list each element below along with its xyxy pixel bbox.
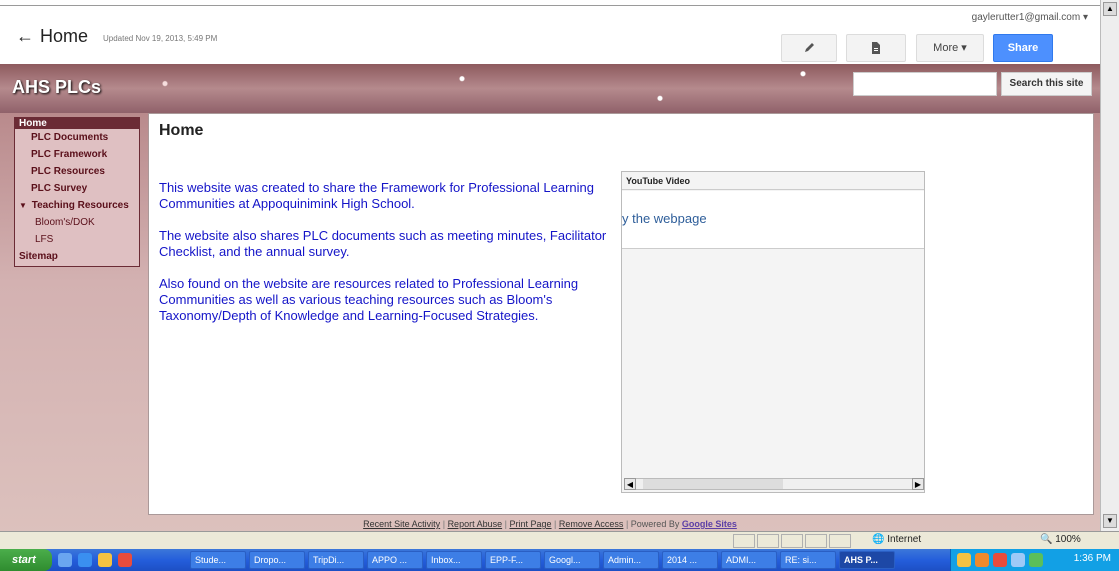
footer-separator: |	[625, 519, 629, 529]
taskbar-item-active[interactable]: AHS P...	[839, 551, 895, 569]
quicklaunch-desktop-icon[interactable]	[58, 553, 72, 567]
site-banner: AHS PLCs Search this site	[0, 64, 1100, 113]
footer-separator: |	[442, 519, 446, 529]
tray-shield-icon[interactable]	[993, 553, 1007, 567]
site-title[interactable]: AHS PLCs	[12, 77, 101, 98]
zoom-value: 100%	[1055, 534, 1081, 545]
share-button[interactable]: Share	[993, 34, 1053, 62]
back-arrow-icon[interactable]: ←	[16, 26, 34, 47]
taskbar-item[interactable]: ADMI...	[721, 551, 777, 569]
content-paragraph: The website also shares PLC documents su…	[159, 228, 607, 259]
page-title: Home	[40, 26, 89, 46]
account-menu[interactable]: gaylerutter1@gmail.com ▾	[972, 12, 1088, 23]
powered-by-label: Powered By	[630, 519, 680, 529]
content-body: This website was created to share the Fr…	[159, 180, 617, 340]
taskbar-item[interactable]: Inbox...	[426, 551, 482, 569]
sidebar-item-sitemap[interactable]: Sitemap	[15, 248, 139, 265]
system-tray: 1:36 PM	[950, 549, 1119, 571]
quicklaunch-outlook-icon[interactable]	[98, 553, 112, 567]
search-site-button[interactable]: Search this site	[1001, 72, 1092, 96]
print-page-link[interactable]: Print Page	[509, 519, 551, 529]
scroll-left-icon[interactable]: ◀	[624, 478, 636, 490]
taskbar-clock: 1:36 PM	[1073, 553, 1111, 564]
tray-app-icon[interactable]	[975, 553, 989, 567]
expand-triangle-icon[interactable]: ▼	[19, 201, 27, 210]
footer-separator: |	[504, 519, 507, 529]
globe-icon: 🌐	[872, 534, 885, 545]
taskbar-item[interactable]: TripDi...	[308, 551, 364, 569]
tray-network-icon[interactable]	[1011, 553, 1025, 567]
start-button[interactable]: start	[0, 549, 52, 571]
report-abuse-link[interactable]: Report Abuse	[448, 519, 503, 529]
browser-window: ← Home Updated Nov 19, 2013, 5:49 PM gay…	[0, 0, 1119, 571]
zoom-level[interactable]: 🔍 100%	[1040, 534, 1081, 545]
site-search-input[interactable]	[853, 72, 997, 96]
remove-access-link[interactable]: Remove Access	[559, 519, 624, 529]
sidebar-item-label: Teaching Resources	[31, 200, 129, 211]
zone-label: Internet	[887, 534, 922, 545]
status-cell	[781, 534, 803, 548]
page-vertical-scrollbar[interactable]: ▲ ▼	[1100, 0, 1119, 531]
taskbar-item[interactable]: Dropo...	[249, 551, 305, 569]
taskbar-item[interactable]: Admin...	[603, 551, 659, 569]
tray-volume-icon[interactable]	[1029, 553, 1043, 567]
sidebar-item-plc-documents[interactable]: PLC Documents	[15, 129, 139, 146]
more-actions-button[interactable]: More ▾	[916, 34, 984, 62]
recent-activity-link[interactable]: Recent Site Activity	[363, 519, 440, 529]
sidebar-item-plc-resources[interactable]: PLC Resources	[15, 163, 139, 180]
updated-timestamp: Updated Nov 19, 2013, 5:49 PM	[103, 34, 218, 43]
status-cell	[829, 534, 851, 548]
sidebar-item-plc-framework[interactable]: PLC Framework	[15, 146, 139, 163]
sidebar-item-teaching-resources[interactable]: ▼ Teaching Resources	[15, 197, 139, 214]
pencil-icon	[805, 43, 814, 52]
scroll-right-icon[interactable]: ▶	[912, 478, 924, 490]
status-cell	[805, 534, 827, 548]
status-cell	[757, 534, 779, 548]
sidebar-item-lfs[interactable]: LFS	[15, 231, 139, 248]
scroll-up-icon[interactable]: ▲	[1103, 2, 1117, 16]
taskbar-item[interactable]: EPP-F...	[485, 551, 541, 569]
content-title: Home	[159, 122, 204, 139]
youtube-gadget-title: YouTube Video	[622, 172, 924, 190]
taskbar-item[interactable]: Stude...	[190, 551, 246, 569]
new-page-icon	[872, 42, 880, 54]
sidebar-item-plc-survey[interactable]: PLC Survey	[15, 180, 139, 197]
quicklaunch-ie-icon[interactable]	[78, 553, 92, 567]
zoom-icon: 🔍	[1040, 534, 1053, 545]
sidebar-navigation: Home PLC Documents PLC Framework PLC Res…	[14, 117, 140, 267]
new-page-button[interactable]	[846, 34, 906, 62]
taskbar-item[interactable]: APPO ...	[367, 551, 423, 569]
sidebar-item-blooms-dok[interactable]: Bloom's/DOK	[15, 214, 139, 231]
quicklaunch-chrome-icon[interactable]	[118, 553, 132, 567]
scroll-down-icon[interactable]: ▼	[1103, 514, 1117, 528]
content-paragraph: Also found on the website are resources …	[159, 276, 579, 323]
tray-mail-icon[interactable]	[957, 553, 971, 567]
youtube-frame[interactable]: y the webpage	[622, 191, 924, 249]
taskbar-item[interactable]: Googl...	[544, 551, 600, 569]
status-cell	[733, 534, 755, 548]
footer-separator: |	[554, 519, 557, 529]
google-sites-link[interactable]: Google Sites	[682, 519, 737, 529]
sites-toolbar: ← Home Updated Nov 19, 2013, 5:49 PM gay…	[0, 6, 1100, 64]
browser-status-bar: 🌐 Internet 🔍 100%	[0, 531, 1119, 549]
site-footer: Recent Site Activity | Report Abuse | Pr…	[0, 516, 1100, 532]
content-paragraph: This website was created to share the Fr…	[159, 180, 594, 211]
scrollbar-thumb[interactable]	[643, 479, 783, 489]
main-content: Home This website was created to share t…	[148, 113, 1094, 515]
security-zone: 🌐 Internet	[872, 534, 921, 545]
sidebar-item-home[interactable]: Home	[15, 118, 139, 129]
taskbar-item[interactable]: RE: si...	[780, 551, 836, 569]
taskbar-item[interactable]: 2014 ...	[662, 551, 718, 569]
youtube-gadget: YouTube Video y the webpage ◀ ▶	[621, 171, 925, 493]
windows-taskbar: start Stude... Dropo... TripDi... APPO .…	[0, 549, 1119, 571]
youtube-message: y the webpage	[622, 211, 707, 226]
youtube-horizontal-scrollbar[interactable]: ◀ ▶	[624, 478, 924, 490]
edit-page-button[interactable]	[781, 34, 837, 62]
